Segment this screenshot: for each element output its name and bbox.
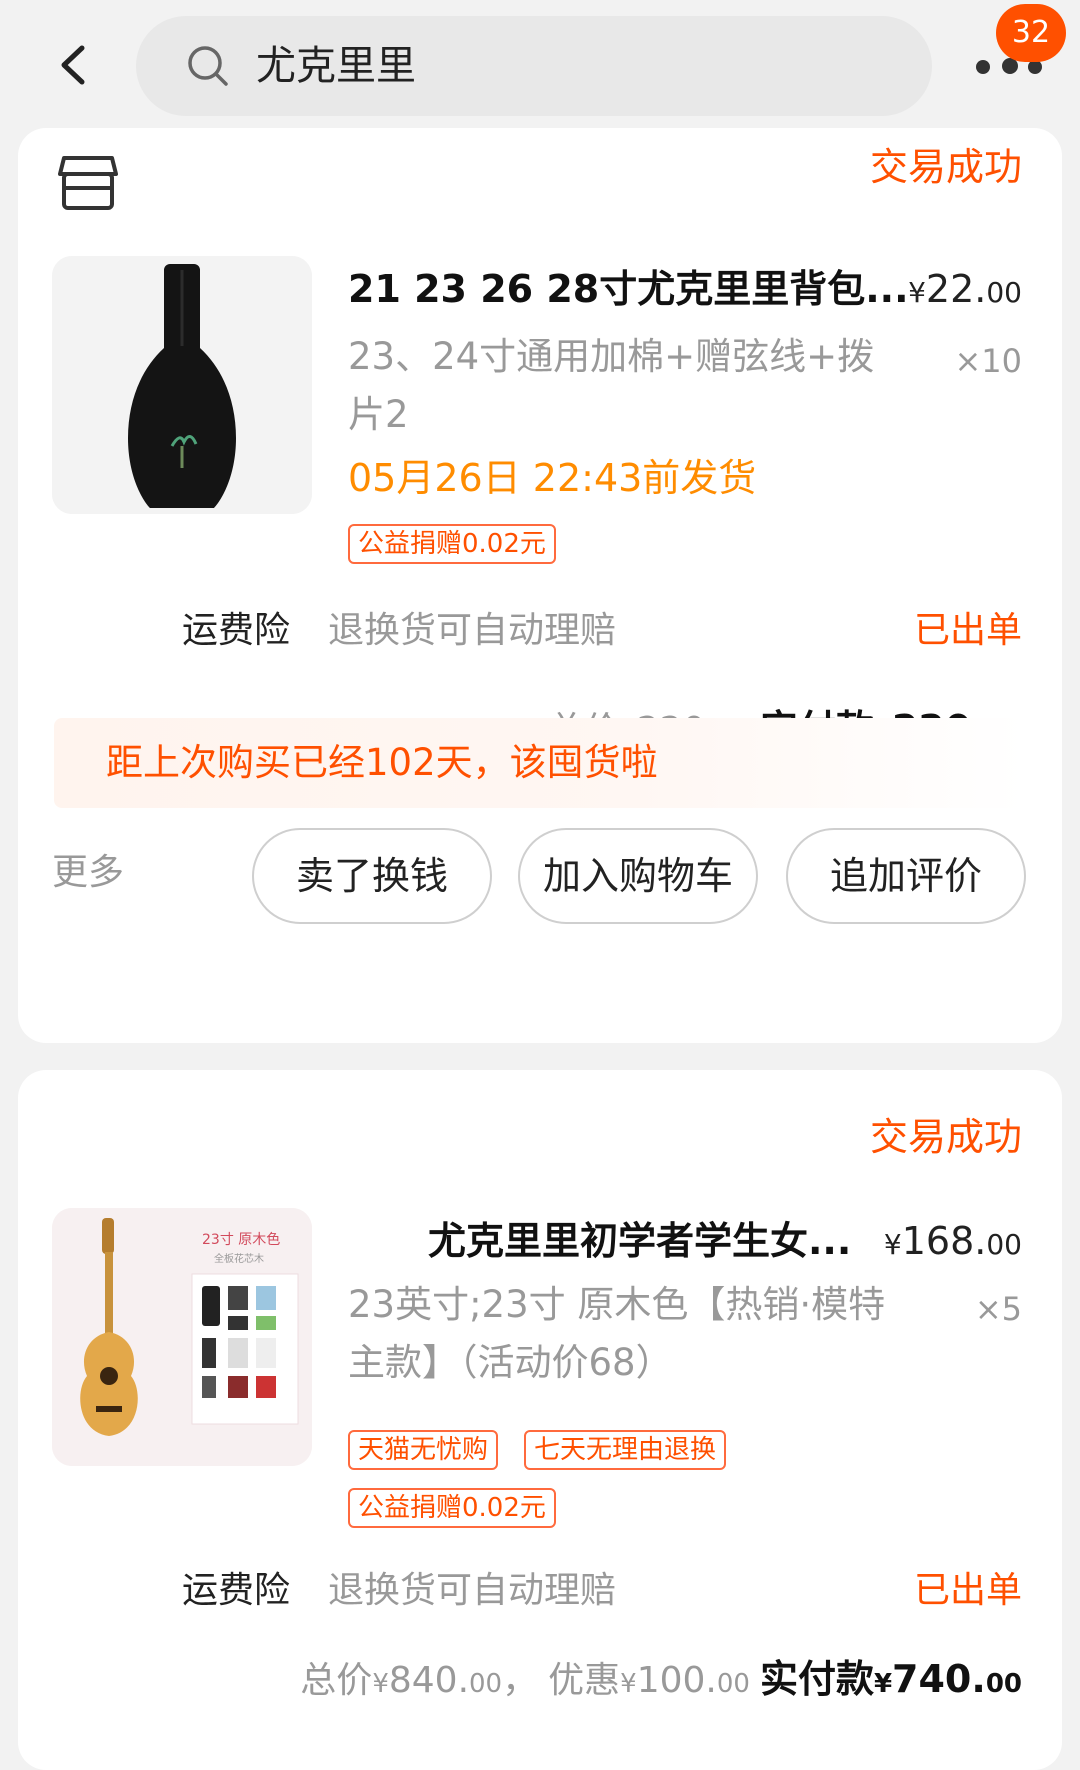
order-card[interactable]: 交易成功 23寸 原木色 全板花芯木 尤克里里初学者学生女... ¥168.00…: [18, 1070, 1062, 1770]
product-sku: 23、24寸通用加棉+赠弦线+拨片2: [348, 335, 875, 436]
insurance-status: 已出单: [913, 1570, 1022, 1611]
notice-text: 距上次购买已经102天，该囤货啦: [106, 741, 658, 784]
order-card[interactable]: 交易成功 21 23 26 28寸尤克里里背包... ¥22.00 23、24寸…: [18, 128, 1062, 1043]
message-badge: 32: [996, 4, 1066, 62]
product-price: ¥168.00: [883, 1219, 1022, 1263]
insurance-desc: 退换货可自动理赔: [328, 610, 617, 651]
search-icon: [184, 42, 232, 90]
top-bar: 尤克里里 32: [0, 0, 1080, 126]
add-review-button[interactable]: 追加评价: [786, 828, 1026, 924]
product-price: ¥22.00: [908, 267, 1022, 311]
image-label: 23寸 原木色: [202, 1231, 280, 1248]
charity-tag: 公益捐赠0.02元: [348, 524, 556, 564]
insurance-label: 运费险: [182, 1570, 291, 1611]
repurchase-notice[interactable]: 距上次购买已经102天，该囤货啦: [54, 718, 1026, 808]
product-image[interactable]: [52, 256, 312, 514]
ship-deadline: 05月26日 22:43前发货: [348, 456, 757, 500]
product-quantity: ×5: [974, 1290, 1022, 1328]
insurance-desc: 退换货可自动理赔: [328, 1570, 617, 1611]
tmall-tag: 天猫无忧购: [348, 1430, 499, 1470]
store-icon[interactable]: [56, 154, 120, 212]
product-title[interactable]: 尤克里里初学者学生女...: [428, 1216, 851, 1266]
product-quantity: ×10: [954, 342, 1022, 380]
more-link[interactable]: 更多: [52, 850, 124, 896]
return-tag: 七天无理由退换: [524, 1430, 727, 1470]
search-input[interactable]: 尤克里里: [136, 16, 932, 116]
insurance-label: 运费险: [182, 610, 291, 651]
add-to-cart-button[interactable]: 加入购物车: [518, 828, 758, 924]
product-image[interactable]: 23寸 原木色 全板花芯木: [52, 1208, 312, 1466]
order-status: 交易成功: [869, 1115, 1022, 1159]
search-query: 尤克里里: [256, 43, 416, 89]
charity-tag: 公益捐赠0.02元: [348, 1488, 556, 1528]
product-title[interactable]: 21 23 26 28寸尤克里里背包...: [348, 264, 909, 314]
back-icon[interactable]: [52, 40, 96, 90]
insurance-status: 已出单: [913, 610, 1022, 651]
order-status: 交易成功: [869, 145, 1022, 189]
sell-button[interactable]: 卖了换钱: [252, 828, 492, 924]
order-totals: 总价¥840.00， 优惠¥100.00 实付款¥740.00: [300, 1657, 1022, 1701]
product-sku: 23英寸;23寸 原木色【热销·模特主款】（活动价68）: [348, 1283, 886, 1384]
image-sublabel: 全板花芯木: [214, 1252, 264, 1265]
